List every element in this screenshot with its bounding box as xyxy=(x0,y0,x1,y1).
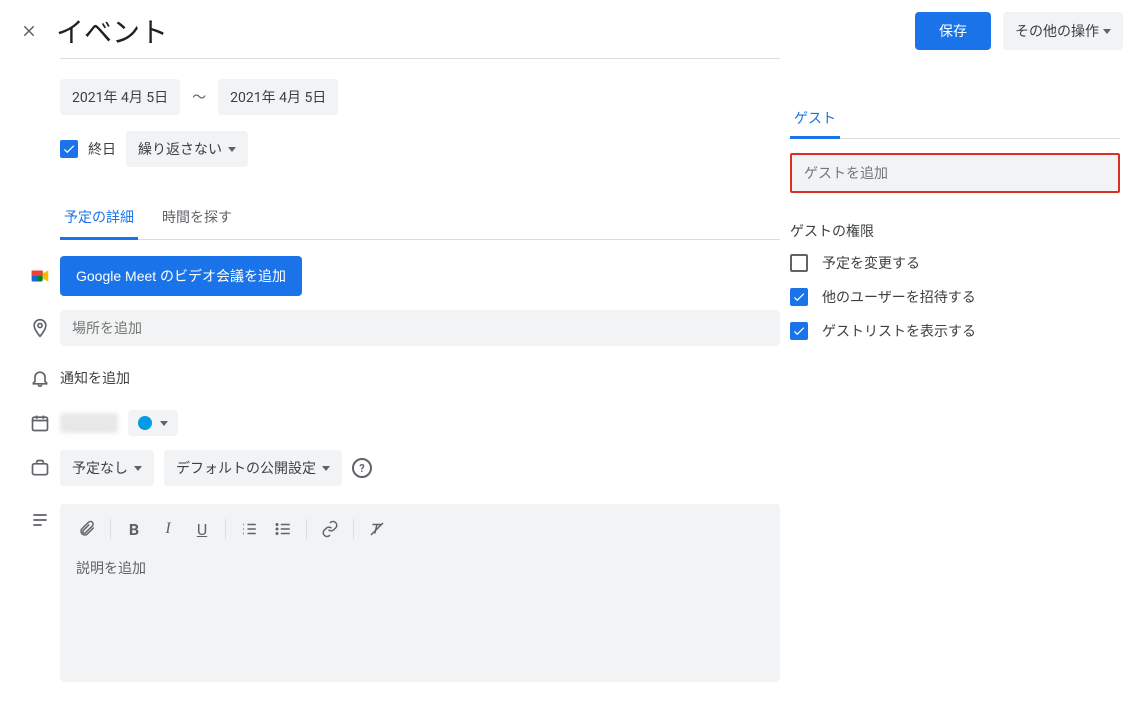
save-button[interactable]: 保存 xyxy=(915,12,991,50)
clear-format-icon[interactable] xyxy=(362,514,392,544)
underline-icon[interactable]: U xyxy=(187,514,217,544)
description-input[interactable]: 説明を追加 xyxy=(60,554,780,582)
event-title-input[interactable] xyxy=(56,15,915,47)
tab-details[interactable]: 予定の詳細 xyxy=(60,197,138,240)
chevron-down-icon xyxy=(134,466,142,471)
attachment-icon[interactable] xyxy=(72,514,102,544)
perm-modify-label: 予定を変更する xyxy=(822,253,920,273)
perm-modify-checkbox[interactable] xyxy=(790,254,808,272)
divider xyxy=(60,58,780,59)
italic-icon[interactable]: I xyxy=(153,514,183,544)
chevron-down-icon xyxy=(322,466,330,471)
bold-icon[interactable]: B xyxy=(119,514,149,544)
bell-icon xyxy=(20,368,60,388)
more-actions-button[interactable]: その他の操作 xyxy=(1003,12,1123,50)
perm-invite-label: 他のユーザーを招待する xyxy=(822,287,976,307)
bullet-list-icon[interactable] xyxy=(268,514,298,544)
add-meet-button[interactable]: Google Meet のビデオ会議を追加 xyxy=(60,256,302,296)
end-date-field[interactable]: 2021年 4月 5日 xyxy=(218,79,338,115)
more-actions-label: その他の操作 xyxy=(1015,21,1099,41)
location-input[interactable] xyxy=(60,310,780,346)
repeat-label: 繰り返さない xyxy=(138,139,222,159)
visibility-label: デフォルトの公開設定 xyxy=(176,458,316,478)
allday-label: 終日 xyxy=(88,139,116,159)
chevron-down-icon xyxy=(1103,29,1111,34)
briefcase-icon xyxy=(20,458,60,478)
close-icon[interactable] xyxy=(20,22,38,40)
allday-checkbox[interactable] xyxy=(60,140,78,158)
add-guests-input[interactable] xyxy=(790,153,1120,193)
description-icon xyxy=(20,510,60,530)
guest-permissions-title: ゲストの権限 xyxy=(790,221,1120,241)
chevron-down-icon xyxy=(160,421,168,426)
tab-findtime[interactable]: 時間を探す xyxy=(158,197,236,239)
tab-guests[interactable]: ゲスト xyxy=(790,100,840,139)
visibility-select[interactable]: デフォルトの公開設定 xyxy=(164,450,342,486)
meet-icon xyxy=(20,265,60,287)
add-notification-button[interactable]: 通知を追加 xyxy=(60,360,780,396)
availability-label: 予定なし xyxy=(72,458,128,478)
perm-invite-checkbox[interactable] xyxy=(790,288,808,306)
numbered-list-icon[interactable] xyxy=(234,514,264,544)
location-icon xyxy=(20,318,60,338)
date-range-dash: 〜 xyxy=(192,87,206,107)
chevron-down-icon xyxy=(228,147,236,152)
calendar-color-dot xyxy=(138,416,152,430)
perm-seelist-label: ゲストリストを表示する xyxy=(822,321,976,341)
perm-seelist-checkbox[interactable] xyxy=(790,322,808,340)
start-date-field[interactable]: 2021年 4月 5日 xyxy=(60,79,180,115)
format-toolbar: B I U xyxy=(60,504,780,554)
link-icon[interactable] xyxy=(315,514,345,544)
help-icon[interactable]: ? xyxy=(352,458,372,478)
calendar-color-select[interactable] xyxy=(128,410,178,436)
availability-select[interactable]: 予定なし xyxy=(60,450,154,486)
repeat-select[interactable]: 繰り返さない xyxy=(126,131,248,167)
calendar-icon xyxy=(20,413,60,433)
calendar-owner-name xyxy=(60,413,118,433)
